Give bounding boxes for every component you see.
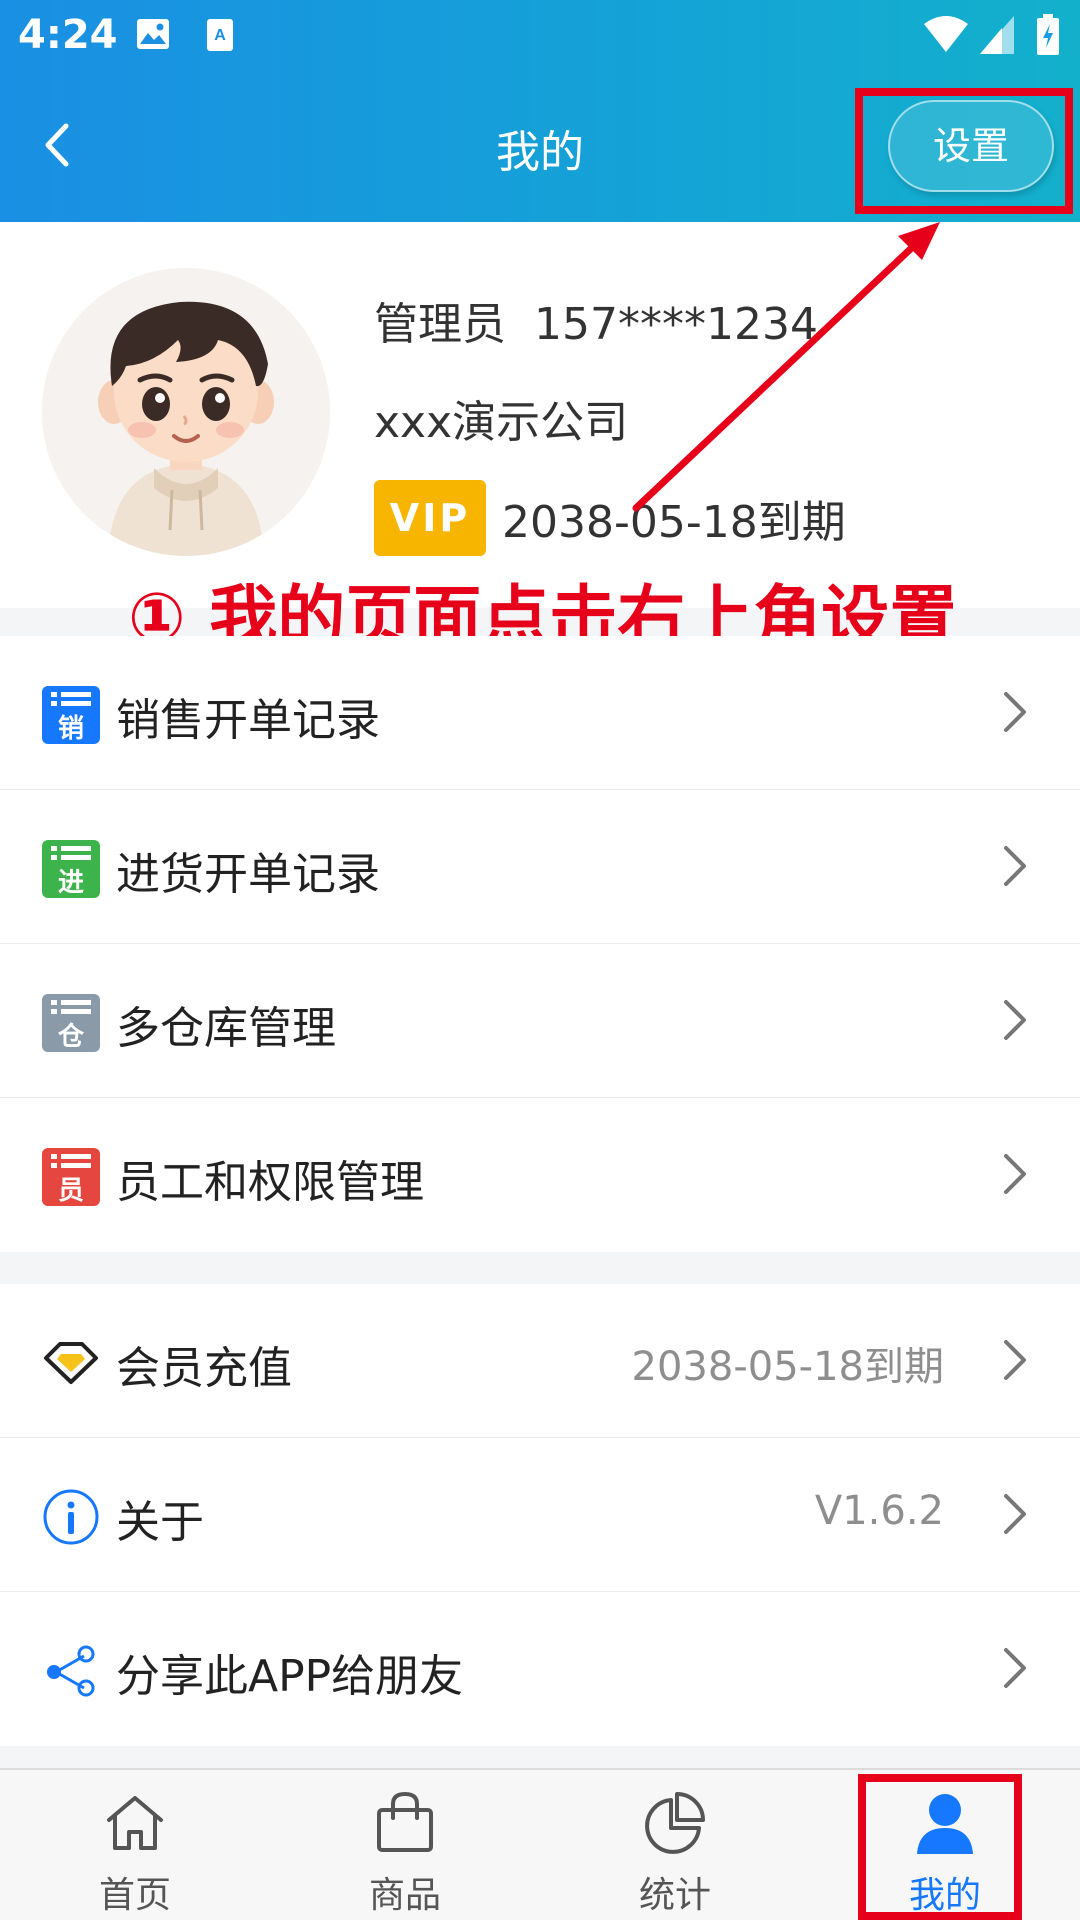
menu-label: 关于 [116,1497,204,1548]
avatar [42,268,330,556]
tab-statistics[interactable]: 统计 [540,1770,810,1920]
wifi-icon [924,14,968,58]
menu-label: 销售开单记录 [116,695,380,746]
vip-expiry: 2038-05-18到期 [502,497,846,548]
chevron-right-icon [1004,1154,1026,1194]
battery-charging-icon [1036,14,1060,60]
menu-group-records: 销 销售开单记录 进 进货开单记录 仓 多仓库管理 员 员工和权限管理 [0,636,1080,1252]
svg-text:员: 员 [58,1176,84,1206]
pie-chart-icon [645,1792,705,1854]
menu-item-staff-permissions[interactable]: 员 员工和权限管理 [0,1098,1080,1252]
menu-label: 进货开单记录 [116,849,380,900]
vip-badge: VIP [374,480,486,556]
membership-expiry-value: 2038-05-18到期 [631,1344,944,1390]
chevron-right-icon [1004,1000,1026,1040]
svg-text:销: 销 [58,714,84,744]
menu-group-account: 会员充值 2038-05-18到期 关于 V1.6.2 分享此APP给朋友 [0,1284,1080,1746]
status-time: 4:24 [18,12,118,58]
menu-item-purchase-records[interactable]: 进 进货开单记录 [0,790,1080,944]
tab-label: 商品 [368,1875,441,1916]
shopping-bag-icon [377,1791,433,1852]
home-icon [107,1796,163,1850]
cartoon-boy-avatar-icon [42,268,330,556]
chevron-right-icon [1004,692,1026,732]
menu-item-about[interactable]: 关于 V1.6.2 [0,1438,1080,1592]
share-icon [42,1642,100,1700]
settings-highlight-box [855,88,1073,214]
menu-item-warehouse-management[interactable]: 仓 多仓库管理 [0,944,1080,1098]
menu-item-share-app[interactable]: 分享此APP给朋友 [0,1592,1080,1746]
profile-company: xxx演示公司 [374,397,629,448]
menu-item-membership-recharge[interactable]: 会员充值 2038-05-18到期 [0,1284,1080,1438]
chevron-right-icon [1004,1494,1026,1534]
menu-label: 分享此APP给朋友 [116,1651,464,1702]
purchase-list-icon: 进 [42,840,100,898]
tab-label: 首页 [98,1875,171,1916]
app-notification-icon: A [206,18,234,56]
gallery-notification-icon [136,18,170,54]
app-version-value: V1.6.2 [814,1488,944,1534]
svg-text:仓: 仓 [57,1021,85,1052]
vip-status: VIP 2038-05-18到期 [374,480,846,556]
tab-products[interactable]: 商品 [270,1770,540,1920]
chevron-right-icon [1004,1648,1026,1688]
sales-list-icon: 销 [42,686,100,744]
menu-label: 多仓库管理 [116,1003,336,1054]
profile-phone: 157****1234 [534,299,818,350]
tab-home[interactable]: 首页 [0,1770,270,1920]
status-bar: 4:24 A [0,0,1080,72]
profile-role: 管理员 [374,299,506,350]
tab-label: 统计 [638,1875,711,1916]
profile-card: 管理员 157****1234 xxx演示公司 VIP 2038-05-18到期 [0,222,1080,608]
signal-icon [980,16,1014,58]
menu-label: 员工和权限管理 [116,1157,424,1208]
info-icon [42,1488,100,1546]
svg-text:A: A [214,27,226,44]
menu-label: 会员充值 [116,1343,292,1394]
chevron-right-icon [1004,1340,1026,1380]
svg-text:进: 进 [58,868,84,898]
tab-highlight-box [858,1774,1022,1920]
chevron-right-icon [1004,846,1026,886]
menu-item-sales-records[interactable]: 销 销售开单记录 [0,636,1080,790]
warehouse-list-icon: 仓 [42,994,100,1052]
profile-name-line: 管理员 157****1234 [374,288,846,352]
staff-list-icon: 员 [42,1148,100,1206]
diamond-icon [42,1332,100,1390]
